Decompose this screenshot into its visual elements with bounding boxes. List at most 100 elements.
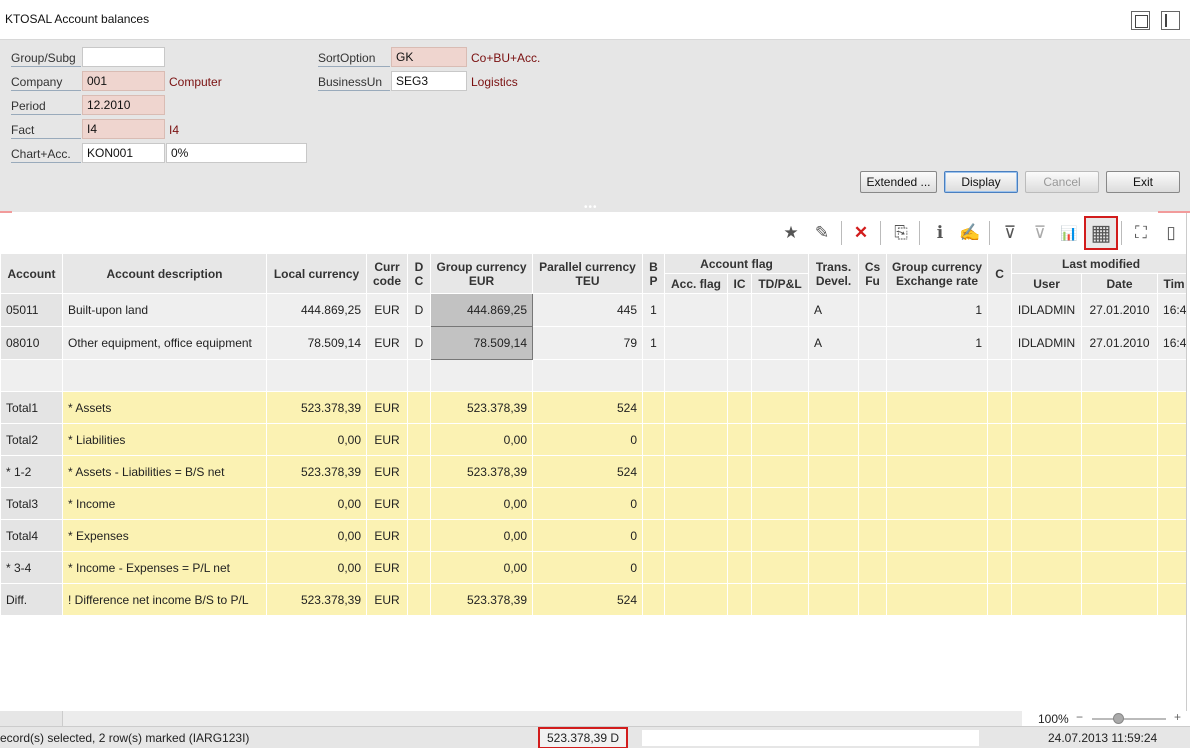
tdpl-cell[interactable]	[750, 391, 810, 424]
ic-cell[interactable]	[727, 293, 752, 327]
date-cell[interactable]	[1081, 519, 1159, 552]
column-header-group-currency[interactable]: Group currency EUR	[430, 253, 533, 294]
period-input[interactable]: 12.2010	[82, 95, 165, 115]
description-cell[interactable]: * Assets - Liabilities = B/S net	[62, 455, 267, 488]
parallel-currency-cell[interactable]: 0	[532, 551, 643, 584]
date-cell[interactable]	[1081, 455, 1159, 488]
dc-cell[interactable]	[407, 519, 431, 552]
acc-flag-cell[interactable]	[664, 455, 728, 488]
csfu-cell[interactable]	[858, 487, 888, 520]
local-currency-cell[interactable]: 523.378,39	[266, 391, 367, 424]
zoom-out-icon[interactable]: −	[1076, 710, 1083, 724]
local-currency-cell[interactable]: 523.378,39	[266, 455, 367, 488]
horizontal-scrollbar[interactable]	[0, 711, 1190, 726]
column-header-local-currency[interactable]: Local currency	[266, 253, 367, 294]
zoom-slider[interactable]	[1092, 718, 1166, 720]
parallel-currency-cell[interactable]: 0	[532, 487, 643, 520]
description-cell[interactable]: * Expenses	[62, 519, 267, 552]
description-cell[interactable]: Built-upon land	[62, 293, 267, 327]
c-cell[interactable]	[987, 551, 1013, 584]
table-row[interactable]: 08010 Other equipment, office equipment …	[0, 326, 1190, 360]
exchange-rate-cell[interactable]: 1	[886, 293, 989, 327]
c-cell[interactable]	[987, 455, 1013, 488]
c-cell[interactable]	[987, 487, 1013, 520]
tdpl-cell[interactable]	[750, 551, 810, 584]
c-cell[interactable]	[987, 293, 1013, 327]
csfu-cell[interactable]	[858, 293, 888, 327]
date-cell[interactable]: 27.01.2010	[1081, 326, 1159, 360]
dc-cell[interactable]	[407, 487, 431, 520]
csfu-cell[interactable]	[858, 455, 888, 488]
tdpl-cell[interactable]	[750, 293, 810, 327]
tdpl-cell[interactable]	[750, 583, 810, 616]
total-row[interactable]: Total2 * Liabilities 0,00 EUR 0,00 0	[0, 423, 1190, 456]
acc-flag-cell[interactable]	[664, 583, 728, 616]
pane-splitter[interactable]: •••	[0, 202, 1190, 213]
curr-code-cell[interactable]: EUR	[366, 391, 408, 424]
parallel-currency-cell[interactable]: 524	[532, 583, 643, 616]
acc-flag-cell[interactable]	[664, 391, 728, 424]
dc-cell[interactable]	[407, 583, 431, 616]
account-cell[interactable]: * 1-2	[0, 455, 63, 488]
chart-acc-input[interactable]: KON001	[82, 143, 165, 163]
scrollbar-track[interactable]	[62, 711, 1022, 726]
extended-button[interactable]: Extended ...	[860, 171, 937, 193]
column-header-curr-code[interactable]: Curr code	[366, 253, 408, 294]
date-cell[interactable]	[1081, 583, 1159, 616]
column-header-bp[interactable]: BP	[642, 253, 665, 294]
info-icon[interactable]: ℹ	[929, 222, 951, 244]
acc-flag-cell[interactable]	[664, 423, 728, 456]
maximize-grid-icon[interactable]: ⛶	[1130, 222, 1152, 244]
parallel-currency-cell[interactable]: 524	[532, 391, 643, 424]
exchange-rate-cell[interactable]	[886, 455, 989, 488]
favorite-icon[interactable]: ★	[780, 222, 802, 244]
edit-document-icon[interactable]: ✍	[959, 222, 981, 244]
display-button[interactable]: Display	[944, 171, 1018, 193]
trans-devel-cell[interactable]	[808, 455, 860, 488]
exchange-rate-cell[interactable]	[886, 423, 989, 456]
dc-cell[interactable]	[407, 391, 431, 424]
description-cell[interactable]: * Income	[62, 487, 267, 520]
group-subg-input[interactable]	[82, 47, 165, 67]
fact-input[interactable]: I4	[82, 119, 165, 139]
column-header-user[interactable]: User	[1011, 273, 1083, 294]
csfu-cell[interactable]	[858, 326, 888, 360]
chart-acc-range-input[interactable]: 0%	[166, 143, 307, 163]
column-header-dc[interactable]: DC	[407, 253, 431, 294]
trans-devel-cell[interactable]	[808, 519, 860, 552]
column-header-tdpl[interactable]: TD/P&L	[750, 273, 810, 294]
exchange-rate-cell[interactable]	[886, 487, 989, 520]
table-row[interactable]: 05011 Built-upon land 444.869,25 EUR D 4…	[0, 293, 1190, 327]
c-cell[interactable]	[987, 326, 1013, 360]
account-cell[interactable]: Total1	[0, 391, 63, 424]
user-cell[interactable]: IDLADMIN	[1011, 293, 1083, 327]
total-row[interactable]: Total3 * Income 0,00 EUR 0,00 0	[0, 487, 1190, 520]
bp-cell[interactable]	[642, 551, 665, 584]
curr-code-cell[interactable]: EUR	[366, 326, 408, 360]
exit-button[interactable]: Exit	[1106, 171, 1180, 193]
bp-cell[interactable]	[642, 423, 665, 456]
group-currency-cell[interactable]: 0,00	[430, 487, 533, 520]
user-cell[interactable]	[1011, 583, 1083, 616]
acc-flag-cell[interactable]	[664, 487, 728, 520]
group-currency-cell[interactable]: 523.378,39	[430, 391, 533, 424]
grid-view-icon[interactable]: ▦	[1084, 216, 1118, 250]
tdpl-cell[interactable]	[750, 455, 810, 488]
trans-devel-cell[interactable]: A	[808, 326, 860, 360]
column-header-description[interactable]: Account description	[62, 253, 267, 294]
bp-cell[interactable]	[642, 391, 665, 424]
zoom-slider-handle[interactable]	[1113, 713, 1125, 724]
csfu-cell[interactable]	[858, 583, 888, 616]
exchange-rate-cell[interactable]	[886, 391, 989, 424]
local-currency-cell[interactable]: 0,00	[266, 423, 367, 456]
curr-code-cell[interactable]: EUR	[366, 583, 408, 616]
group-currency-cell[interactable]: 0,00	[430, 519, 533, 552]
user-cell[interactable]: IDLADMIN	[1011, 326, 1083, 360]
user-cell[interactable]	[1011, 423, 1083, 456]
column-header-parallel-currency[interactable]: Parallel currency TEU	[532, 253, 643, 294]
account-cell[interactable]: 05011	[0, 293, 63, 327]
group-currency-cell[interactable]: 444.869,25	[430, 293, 533, 327]
account-cell[interactable]: Total2	[0, 423, 63, 456]
account-cell[interactable]: Total4	[0, 519, 63, 552]
copy-icon[interactable]: ⎘	[890, 222, 912, 244]
